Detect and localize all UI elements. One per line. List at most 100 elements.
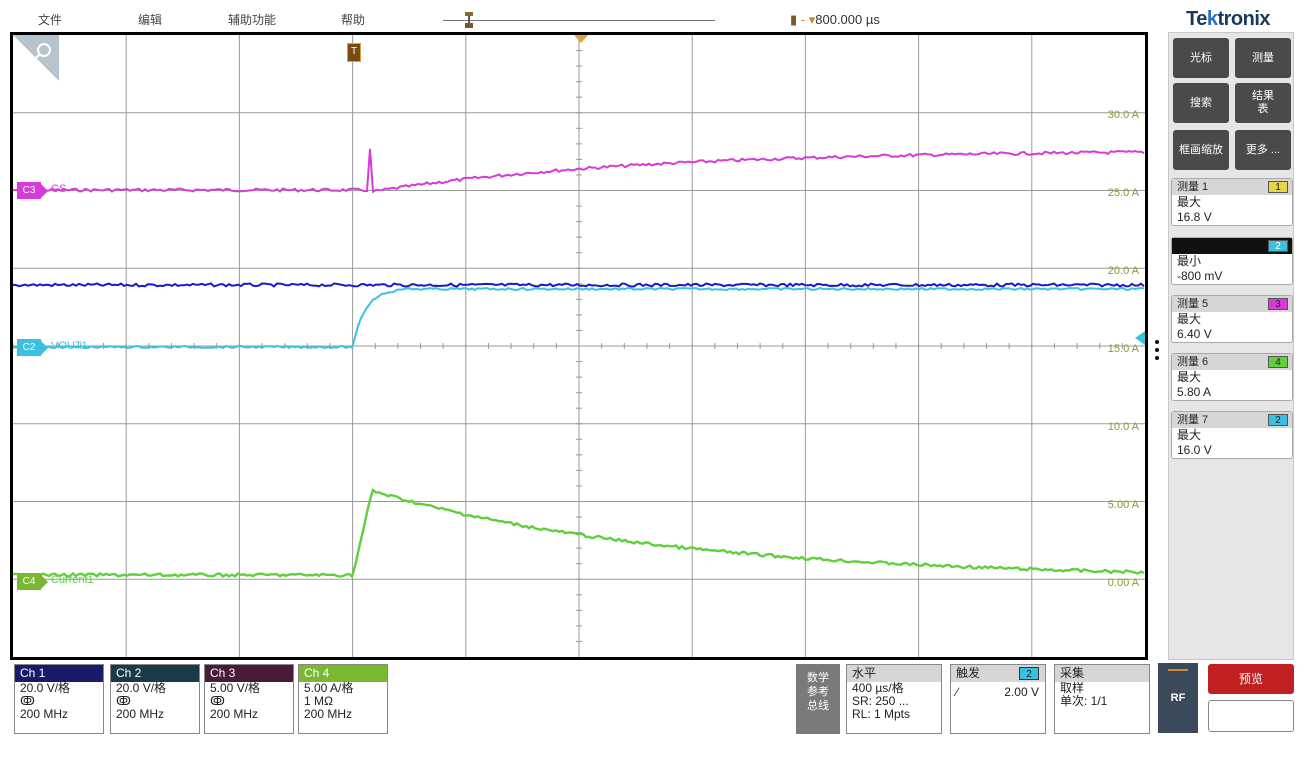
- ch1-badge-label: Ch 1: [15, 665, 103, 682]
- record-length: RL: 1 Mpts: [852, 707, 911, 721]
- measurement-badge-7[interactable]: 测量 7 2 最大 16.0 V: [1171, 411, 1293, 459]
- menu-edit[interactable]: 编辑: [138, 11, 162, 28]
- horizontal-badge[interactable]: 水平 400 µs/格 SR: 250 ... RL: 1 Mpts: [846, 664, 942, 734]
- measurement-header: 测量 7 2: [1172, 412, 1292, 428]
- measurement-value: -800 mV: [1177, 269, 1223, 283]
- measurement-kind: 最大: [1177, 312, 1202, 326]
- ch2-trace: [13, 286, 1145, 350]
- ch3-badge-label: Ch 3: [205, 665, 293, 682]
- menu-file[interactable]: 文件: [38, 11, 62, 28]
- trigger-title: 触发: [956, 666, 981, 680]
- measurement-badge-2[interactable]: 2 最小 -800 mV: [1171, 237, 1293, 285]
- waveform-view[interactable]: 30.0 A 25.0 A 20.0 A 15.0 A 10.0 A 5.00 …: [10, 32, 1148, 660]
- ch4-badge[interactable]: Ch 4 5.00 A/格 1 MΩ 200 MHz: [298, 664, 388, 734]
- trigger-level-arrow-icon[interactable]: [1135, 331, 1145, 345]
- ch4-bandwidth: 200 MHz: [304, 707, 353, 721]
- measurement-kind: 最大: [1177, 370, 1202, 384]
- acquire-title: 采集: [1055, 665, 1149, 682]
- waveform-traces: [13, 148, 1145, 579]
- record-view-bar[interactable]: [443, 20, 715, 21]
- more-options-icon[interactable]: [1155, 340, 1159, 364]
- trigger-badge[interactable]: 触发 2 ∕ 2.00 V: [950, 664, 1046, 734]
- ch2-badge[interactable]: Ch 2 20.0 V/格 ↂ 200 MHz: [110, 664, 200, 734]
- ch4-badge-label: Ch 4: [299, 665, 387, 682]
- y-tick-label: 25.0 A: [1107, 187, 1139, 199]
- trigger-position-readout[interactable]: ▮ - ▾800.000 µs: [790, 12, 880, 28]
- trigger-slope-icon: ∕: [956, 685, 959, 699]
- measurement-title: 测量 7: [1177, 414, 1209, 426]
- trigger-settings: ∕ 2.00 V: [951, 682, 1045, 699]
- ch4-marker-id: C4: [17, 573, 41, 590]
- measure-button[interactable]: 测量: [1235, 38, 1291, 78]
- logo-part: k: [1206, 8, 1218, 30]
- measurement-kind: 最大: [1177, 195, 1202, 209]
- ch3-badge[interactable]: Ch 3 5.00 V/格 ↂ 200 MHz: [204, 664, 294, 734]
- results-table-label-2: 表: [1257, 103, 1269, 115]
- measurement-header: 测量 1 1: [1172, 179, 1292, 195]
- measurement-badge-1[interactable]: 测量 1 1 最大 16.8 V: [1171, 178, 1293, 226]
- y-tick-label: 30.0 A: [1107, 109, 1139, 121]
- measurement-source: 2: [1268, 240, 1288, 252]
- acquire-badge[interactable]: 采集 取样 单次: 1/1: [1054, 664, 1150, 734]
- zoom-icon[interactable]: [13, 35, 59, 81]
- ch4-trace: [13, 487, 1145, 579]
- y-tick-label: 5.00 A: [1107, 499, 1139, 511]
- measurement-title: 测量 5: [1177, 298, 1209, 310]
- trigger-header: 触发 2: [951, 665, 1045, 682]
- ch2-bandwidth: 200 MHz: [116, 707, 165, 721]
- trigger-marker[interactable]: T: [347, 43, 361, 62]
- measurement-value: 5.80 A: [1177, 385, 1212, 399]
- menu-help[interactable]: 帮助: [341, 11, 365, 28]
- trigger-position-arrow-icon: - ▾: [800, 12, 816, 27]
- record-view-handle[interactable]: [465, 12, 473, 28]
- ch2-badge-label: Ch 2: [111, 665, 199, 682]
- tektronix-logo: Tektronix: [1186, 8, 1271, 31]
- preview-button[interactable]: 预览: [1208, 664, 1294, 694]
- cursor-button[interactable]: 光标: [1173, 38, 1229, 78]
- rf-label: RF: [1170, 692, 1186, 704]
- menu-utility[interactable]: 辅助功能: [228, 11, 276, 28]
- measurement-source: 1: [1268, 181, 1288, 193]
- bus-label: 总线: [807, 700, 829, 712]
- trigger-position-marker-icon[interactable]: [574, 35, 588, 43]
- measurement-source: 3: [1268, 298, 1288, 310]
- ch1-badge[interactable]: Ch 1 20.0 V/格 ↂ 200 MHz: [14, 664, 104, 734]
- right-panel: Tektronix 光标 测量 搜索 结果 表 框画缩放 更多 ... 测量 1…: [1168, 0, 1306, 758]
- ch4-marker-arrow-icon: [41, 575, 48, 589]
- measurement-badge-6[interactable]: 测量 6 4 最大 5.80 A: [1171, 353, 1293, 401]
- results-table-button[interactable]: 结果 表: [1235, 83, 1291, 123]
- ch2-marker-name: VOUT1: [51, 340, 88, 352]
- math-label: 数学: [807, 672, 829, 684]
- measurement-badge-5[interactable]: 测量 5 3 最大 6.40 V: [1171, 295, 1293, 343]
- horizontal-title: 水平: [847, 665, 941, 682]
- zoom-draw-button[interactable]: 框画缩放: [1173, 130, 1229, 170]
- measurement-value: 16.8 V: [1177, 210, 1212, 224]
- settings-bar: Ch 1 20.0 V/格 ↂ 200 MHz Ch 2 20.0 V/格 ↂ …: [0, 660, 1160, 758]
- menu-bar: 文件 编辑 辅助功能 帮助 ▮ - ▾800.000 µs: [0, 0, 1160, 32]
- math-ref-bus-button[interactable]: 数学 参考 总线: [796, 664, 840, 734]
- ch3-bandwidth: 200 MHz: [210, 707, 259, 721]
- y-tick-label: 10.0 A: [1107, 421, 1139, 433]
- rf-button[interactable]: RF: [1158, 663, 1198, 733]
- ch3-marker-name: CS: [51, 183, 67, 195]
- measurement-title: 测量 6: [1177, 356, 1209, 368]
- ch3-marker-id: C3: [17, 182, 41, 199]
- measurement-kind: 最大: [1177, 428, 1202, 442]
- ch1-bandwidth: 200 MHz: [20, 707, 69, 721]
- measurement-source: 2: [1268, 414, 1288, 426]
- measurement-value: 6.40 V: [1177, 327, 1212, 341]
- trigger-source: 2: [1019, 667, 1039, 680]
- search-button[interactable]: 搜索: [1173, 83, 1229, 123]
- blank-button[interactable]: [1208, 700, 1294, 732]
- y-tick-label: 20.0 A: [1107, 265, 1139, 277]
- y-tick-label: 0.00 A: [1107, 577, 1139, 589]
- trigger-level: 2.00 V: [1004, 685, 1039, 699]
- measurement-header: 测量 6 4: [1172, 354, 1292, 370]
- measurement-kind: 最小: [1177, 254, 1202, 268]
- measurement-source: 4: [1268, 356, 1288, 368]
- measurement-title: 测量 1: [1177, 181, 1209, 193]
- more-button[interactable]: 更多 ...: [1235, 130, 1291, 170]
- ch4-marker-name: Current1: [51, 574, 94, 586]
- logo-part: tronix: [1217, 8, 1271, 30]
- ch1-trace: [13, 282, 1145, 288]
